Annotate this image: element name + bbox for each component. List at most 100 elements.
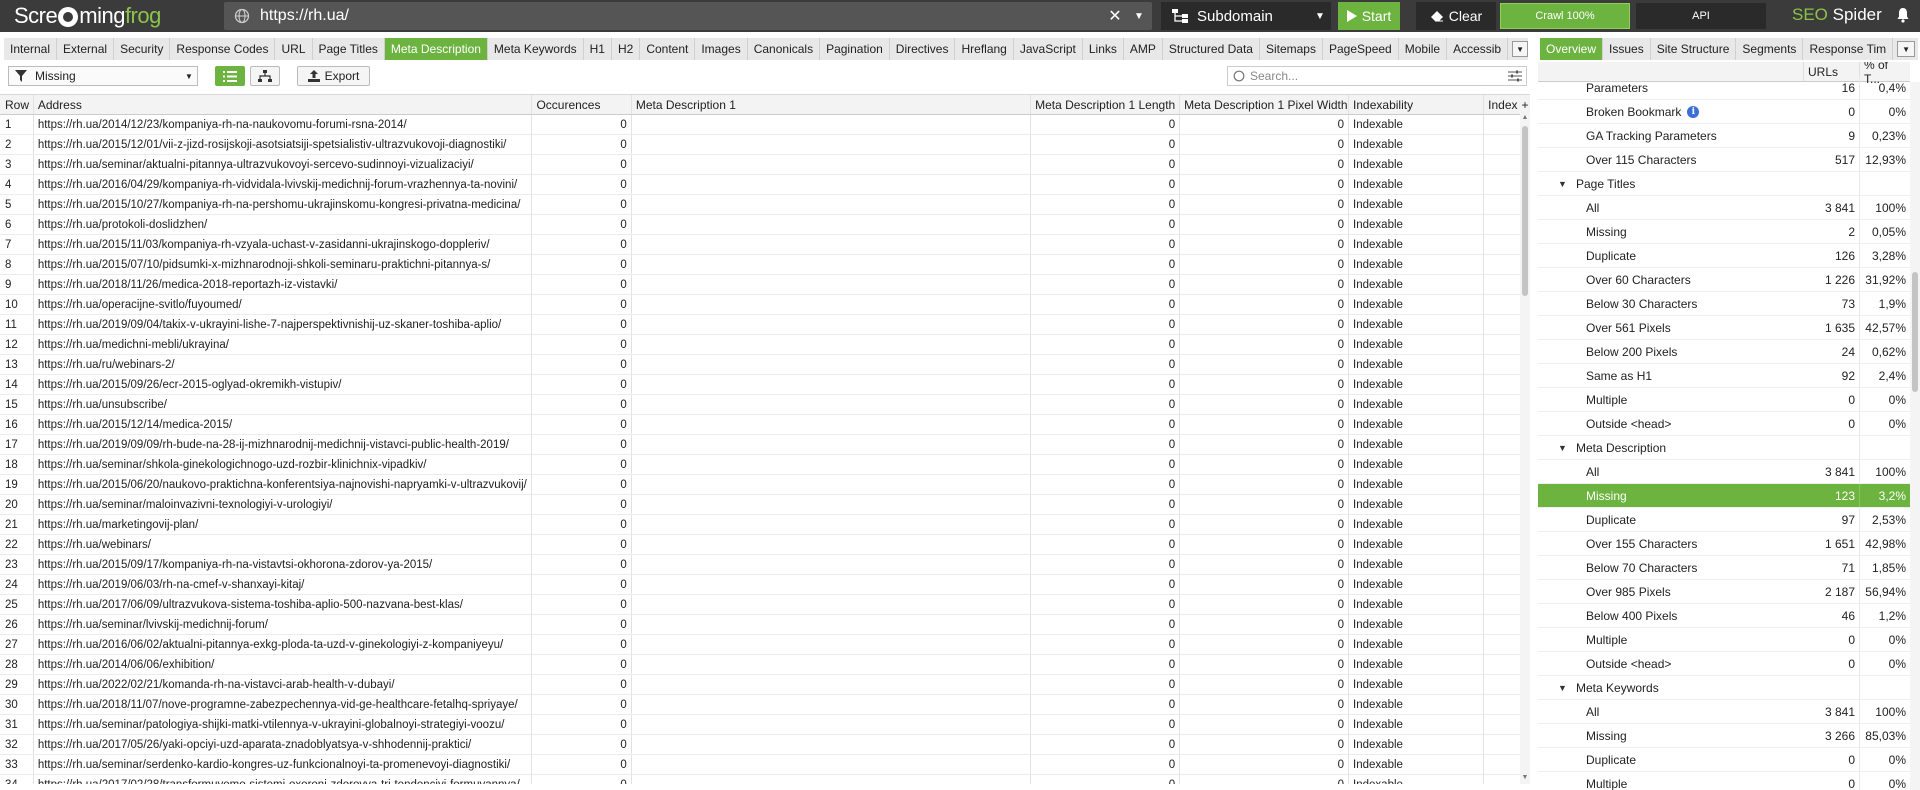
address-text[interactable]: https://rh.ua/2015/09/26/ecr-2015-oglyad…	[38, 379, 528, 391]
table-row[interactable]: 20 https://rh.ua/seminar/maloinvazivni-te…	[0, 495, 1520, 515]
overview-item[interactable]: Parameters 16 0,4%	[1538, 76, 1910, 100]
tab-meta-keywords[interactable]: Meta Keywords	[488, 38, 584, 60]
caret-down-icon[interactable]: ▼	[1558, 179, 1576, 189]
table-row[interactable]: 13 https://rh.ua/ru/webinars-2/0 0 0 Indexab…	[0, 355, 1520, 375]
tab-issues[interactable]: Issues	[1603, 38, 1651, 60]
table-row[interactable]: 7 https://rh.ua/2015/11/03/kompaniya-rh-v…	[0, 235, 1520, 255]
address-text[interactable]: https://rh.ua/2014/06/06/exhibition/	[38, 659, 528, 671]
address-text[interactable]: https://rh.ua/2016/06/02/aktualni-pitann…	[38, 639, 528, 651]
address-text[interactable]: https://rh.ua/seminar/patologiya-shijki-…	[38, 719, 528, 731]
address-text[interactable]: https://rh.ua/2019/09/04/takix-v-ukrayin…	[38, 319, 528, 331]
table-row[interactable]: 26 https://rh.ua/seminar/lvivskij-medichn…	[0, 615, 1520, 635]
filter-dropdown[interactable]: Missing ▼	[8, 66, 198, 86]
address-text[interactable]: https://rh.ua/webinars/	[38, 539, 528, 551]
api-button[interactable]: API	[1636, 3, 1766, 29]
address-text[interactable]: https://rh.ua/unsubscribe/	[38, 399, 528, 411]
address-text[interactable]: https://rh.ua/seminar/shkola-ginekologic…	[38, 459, 528, 471]
overview-item[interactable]: Below 200 Pixels 24 0,62%	[1538, 340, 1910, 364]
overview-item[interactable]: GA Tracking Parameters 9 0,23%	[1538, 124, 1910, 148]
tab-h2[interactable]: H2	[612, 38, 641, 60]
url-bar[interactable]: https://rh.ua/ ✕ ▼	[224, 2, 1152, 30]
address-text[interactable]: https://rh.ua/seminar/serdenko-kardio-ko…	[38, 759, 528, 771]
column-header[interactable]: Row	[0, 95, 34, 114]
crawl-mode-select[interactable]: Subdomain ▼	[1161, 2, 1331, 30]
column-header[interactable]: Occurences	[532, 95, 632, 114]
table-row[interactable]: 23 https://rh.ua/2015/09/17/kompaniya-rh-…	[0, 555, 1520, 575]
address-text[interactable]: https://rh.ua/2015/12/01/vii-z-jizd-rosi…	[38, 139, 528, 151]
tabs-overflow-icon[interactable]: ▼	[1512, 41, 1528, 57]
address-text[interactable]: https://rh.ua/2018/11/26/medica-2018-rep…	[38, 279, 528, 291]
table-row[interactable]: 31 https://rh.ua/seminar/patologiya-shijk…	[0, 715, 1520, 735]
overview-item[interactable]: Over 60 Characters 1 226 31,92%	[1538, 268, 1910, 292]
table-row[interactable]: 25 https://rh.ua/2017/06/09/ultrazvukova-…	[0, 595, 1520, 615]
overview-item[interactable]: Multiple 0 0%	[1538, 388, 1910, 412]
overview-item[interactable]: Multiple 0 0%	[1538, 772, 1910, 790]
url-input[interactable]: https://rh.ua/	[260, 7, 1104, 25]
overview-item[interactable]: All 3 841 100%	[1538, 196, 1910, 220]
overview-item[interactable]: Missing 2 0,05%	[1538, 220, 1910, 244]
overview-item[interactable]: Over 115 Characters 517 12,93%	[1538, 148, 1910, 172]
tab-hreflang[interactable]: Hreflang	[955, 38, 1014, 60]
table-row[interactable]: 19 https://rh.ua/2015/06/20/naukovo-prakt…	[0, 475, 1520, 495]
table-row[interactable]: 2 https://rh.ua/2015/12/01/vii-z-jizd-ros…	[0, 135, 1520, 155]
overview-section[interactable]: ▼ Meta Description	[1538, 436, 1910, 460]
tree-view-button[interactable]	[250, 66, 280, 86]
tab-javascript[interactable]: JavaScript	[1014, 38, 1083, 60]
tab-overview[interactable]: Overview	[1540, 38, 1604, 60]
address-text[interactable]: https://rh.ua/2015/11/03/kompaniya-rh-vz…	[38, 239, 528, 251]
tab-h1[interactable]: H1	[584, 38, 612, 60]
tab-pagespeed[interactable]: PageSpeed	[1323, 38, 1399, 60]
export-button[interactable]: Export	[297, 66, 370, 86]
table-row[interactable]: 12 https://rh.ua/medichni-mebli/ukrayina/…	[0, 335, 1520, 355]
overview-item[interactable]: Duplicate 97 2,53%	[1538, 508, 1910, 532]
address-text[interactable]: https://rh.ua/2018/11/07/nove-programne-…	[38, 699, 528, 711]
table-row[interactable]: 32 https://rh.ua/2017/05/26/yaki-opciyi-u…	[0, 735, 1520, 755]
column-header[interactable]: Address	[34, 95, 533, 114]
address-text[interactable]: https://rh.ua/2019/09/09/rh-bude-na-28-i…	[38, 439, 528, 451]
address-text[interactable]: https://rh.ua/2017/06/09/ultrazvukova-si…	[38, 599, 528, 611]
tab-page-titles[interactable]: Page Titles	[313, 38, 385, 60]
overview-item[interactable]: Duplicate 126 3,28%	[1538, 244, 1910, 268]
address-text[interactable]: https://rh.ua/seminar/aktualni-pitannya-…	[38, 159, 528, 171]
scrollbar-thumb[interactable]	[1912, 272, 1918, 392]
address-text[interactable]: https://rh.ua/2016/04/29/kompaniya-rh-vi…	[38, 179, 528, 191]
table-row[interactable]: 17 https://rh.ua/2019/09/09/rh-bude-na-28…	[0, 435, 1520, 455]
address-text[interactable]: https://rh.ua/seminar/lvivskij-medichnij…	[38, 619, 528, 631]
overview-item[interactable]: Outside <head> 0 0%	[1538, 652, 1910, 676]
table-row[interactable]: 15 https://rh.ua/unsubscribe/0 0 0 Indexable	[0, 395, 1520, 415]
tabs-overflow-icon[interactable]: ▼	[1897, 41, 1916, 57]
overview-item[interactable]: Over 985 Pixels 2 187 56,94%	[1538, 580, 1910, 604]
address-text[interactable]: https://rh.ua/protokoli-doslidzhen/	[38, 219, 528, 231]
table-row[interactable]: 14 https://rh.ua/2015/09/26/ecr-2015-ogly…	[0, 375, 1520, 395]
table-row[interactable]: 29 https://rh.ua/2022/02/21/komanda-rh-na…	[0, 675, 1520, 695]
address-text[interactable]: https://rh.ua/marketingovij-plan/	[38, 519, 528, 531]
overview-item[interactable]: Over 561 Pixels 1 635 42,57%	[1538, 316, 1910, 340]
tab-response-codes[interactable]: Response Codes	[170, 38, 276, 60]
address-text[interactable]: https://rh.ua/2015/06/20/naukovo-praktic…	[38, 479, 528, 491]
caret-down-icon[interactable]: ▼	[1558, 683, 1576, 693]
info-icon[interactable]: i	[1687, 105, 1700, 118]
table-row[interactable]: 3 https://rh.ua/seminar/aktualni-pitannya…	[0, 155, 1520, 175]
tab-content[interactable]: Content	[640, 38, 696, 60]
overview-item[interactable]: Outside <head> 0 0%	[1538, 412, 1910, 436]
address-text[interactable]: https://rh.ua/2017/05/26/yaki-opciyi-uzd…	[38, 739, 528, 751]
bell-icon[interactable]	[1895, 7, 1911, 23]
tab-links[interactable]: Links	[1083, 38, 1124, 60]
table-row[interactable]: 30 https://rh.ua/2018/11/07/nove-programn…	[0, 695, 1520, 715]
tab-url[interactable]: URL	[275, 38, 313, 60]
address-text[interactable]: https://rh.ua/2022/02/21/komanda-rh-na-v…	[38, 679, 528, 691]
tab-accessib[interactable]: Accessib	[1447, 38, 1509, 60]
tab-response-tim[interactable]: Response Tim	[1803, 38, 1894, 60]
address-text[interactable]: https://rh.ua/2019/06/03/rh-na-cmef-v-sh…	[38, 579, 528, 591]
list-view-button[interactable]	[215, 66, 245, 86]
overview-item[interactable]: Multiple 0 0%	[1538, 628, 1910, 652]
overview-item[interactable]: Missing 3 266 85,03%	[1538, 724, 1910, 748]
tab-segments[interactable]: Segments	[1736, 38, 1804, 60]
address-text[interactable]: https://rh.ua/2014/12/23/kompaniya-rh-na…	[38, 119, 528, 131]
address-text[interactable]: https://rh.ua/2017/02/28/transformuyemo-…	[38, 779, 528, 785]
scrollbar-thumb[interactable]	[1522, 126, 1528, 296]
tab-directives[interactable]: Directives	[890, 38, 956, 60]
clear-button[interactable]: Clear	[1416, 2, 1496, 30]
url-history-dropdown-icon[interactable]: ▼	[1126, 11, 1152, 22]
overview-item[interactable]: Same as H1 92 2,4%	[1538, 364, 1910, 388]
